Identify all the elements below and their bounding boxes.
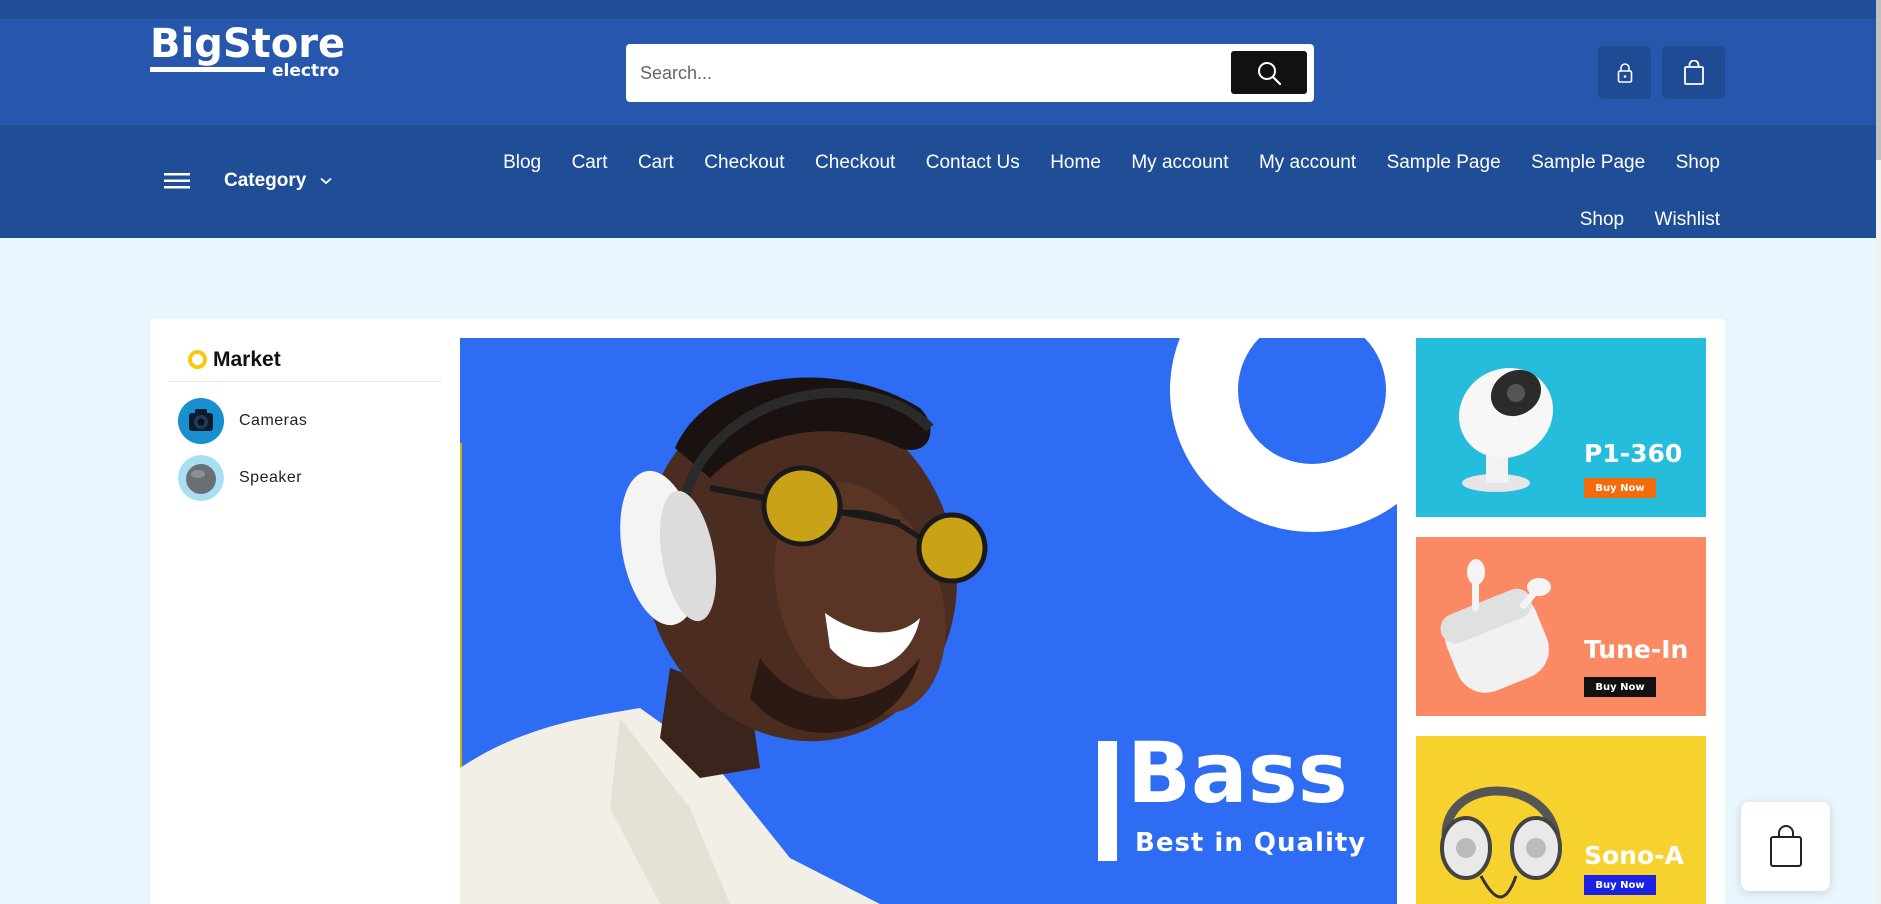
ring-icon: [188, 350, 207, 369]
headphones-image: [1440, 786, 1562, 899]
menu-item-my-account[interactable]: My account: [1131, 134, 1228, 191]
market-item-speaker[interactable]: Speaker: [168, 449, 442, 506]
hero-banner[interactable]: Bass Best in Quality: [460, 338, 1397, 904]
menu-item-shop[interactable]: Shop: [1580, 191, 1624, 248]
market-title: Market: [213, 347, 281, 371]
shopping-bag-icon: [1769, 824, 1802, 867]
market-sidebar: Market Cameras Speaker: [168, 338, 442, 506]
hero-title: Bass: [1127, 724, 1348, 822]
market-item-cameras[interactable]: Cameras: [168, 392, 442, 449]
promo-name: Tune-In: [1584, 635, 1689, 664]
speaker-thumb-icon: [178, 454, 224, 501]
cart-header-button[interactable]: [1662, 46, 1725, 99]
logo-underline: [150, 67, 265, 72]
menu-item-home[interactable]: Home: [1050, 134, 1101, 191]
category-label: Category: [224, 170, 307, 191]
menu-item-sample-page[interactable]: Sample Page: [1387, 134, 1501, 191]
menu-item-shop[interactable]: Shop: [1676, 134, 1720, 191]
menu-item-checkout[interactable]: Checkout: [704, 134, 784, 191]
menu-item-sample-page[interactable]: Sample Page: [1531, 134, 1645, 191]
floating-cart-button[interactable]: [1741, 802, 1830, 891]
shopping-bag-icon: [1683, 59, 1704, 85]
menu-item-cart[interactable]: Cart: [572, 134, 608, 191]
scrollbar[interactable]: [1876, 0, 1881, 904]
menu-item-checkout[interactable]: Checkout: [815, 134, 895, 191]
hamburger-icon: [164, 173, 190, 189]
security-camera-image: [1458, 367, 1554, 492]
hero-person-headphones-image: [460, 377, 988, 904]
hero-ring-shape: [1170, 338, 1397, 532]
category-dropdown[interactable]: Category: [164, 168, 332, 194]
promo-card-p1-360[interactable]: P1-360 Buy Now: [1416, 338, 1706, 517]
logo-brand: BigStore: [150, 21, 346, 67]
promo-card-sono-a[interactable]: Sono-A Buy Now: [1416, 736, 1706, 904]
scrollbar-thumb[interactable]: [1876, 0, 1881, 160]
market-item-label: Speaker: [239, 468, 303, 486]
search-bar: [626, 44, 1314, 102]
buy-now-button[interactable]: Buy Now: [1584, 677, 1656, 697]
promo-name: Sono-A: [1584, 841, 1684, 870]
main-menu: Blog Cart Cart Checkout Checkout Contact…: [470, 134, 1720, 248]
search-icon: [1258, 61, 1282, 85]
buy-now-button[interactable]: Buy Now: [1584, 875, 1656, 895]
account-button[interactable]: [1598, 46, 1651, 99]
search-input[interactable]: [640, 56, 1210, 90]
menu-item-blog[interactable]: Blog: [503, 134, 541, 191]
chevron-down-icon: [320, 177, 332, 185]
menu-item-my-account[interactable]: My account: [1259, 134, 1356, 191]
menu-item-wishlist[interactable]: Wishlist: [1655, 191, 1720, 248]
promo-card-tune-in[interactable]: Tune-In Buy Now: [1416, 537, 1706, 716]
earbuds-image: [1440, 559, 1551, 693]
menu-item-contact-us[interactable]: Contact Us: [926, 134, 1020, 191]
buy-now-button[interactable]: Buy Now: [1584, 478, 1656, 498]
market-header: Market: [168, 338, 442, 382]
market-item-label: Cameras: [239, 411, 308, 429]
top-strip: [0, 0, 1876, 19]
site-logo[interactable]: BigStore electro: [150, 21, 346, 82]
hero-bar-shape: [1098, 741, 1117, 861]
search-button[interactable]: [1231, 51, 1307, 94]
promo-name: P1-360: [1584, 439, 1683, 468]
lock-icon: [1617, 62, 1632, 83]
menu-item-cart[interactable]: Cart: [638, 134, 674, 191]
hero-subtitle: Best in Quality: [1135, 828, 1367, 858]
camera-thumb-icon: [178, 397, 224, 444]
logo-sub: electro: [272, 61, 340, 81]
